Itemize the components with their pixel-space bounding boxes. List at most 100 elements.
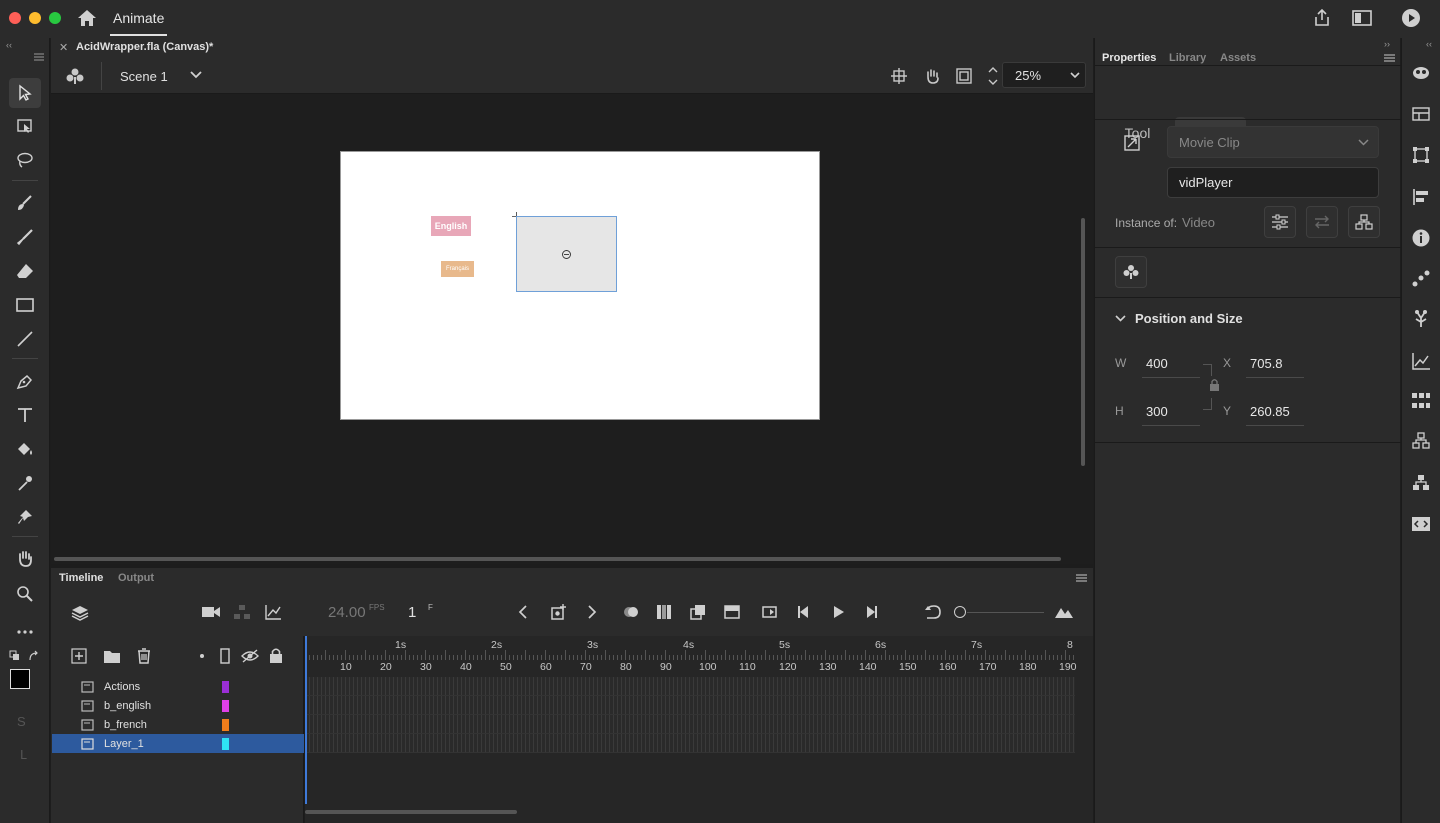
camera-icon[interactable] [201, 604, 221, 620]
frames-grid[interactable] [305, 677, 1075, 753]
frame-size-slider-handle[interactable] [954, 606, 966, 618]
video-player-instance[interactable] [516, 216, 617, 292]
layer-row-actions[interactable]: Actions [52, 677, 304, 696]
scene-panel-icon[interactable] [1411, 432, 1431, 450]
undo-frames-icon[interactable] [924, 604, 942, 620]
new-layer-icon[interactable] [71, 648, 87, 664]
onion-skin-icon[interactable] [622, 603, 640, 621]
edit-multiple-frames-icon[interactable] [655, 603, 673, 621]
zoom-dropdown-chevron-icon[interactable] [1070, 72, 1080, 79]
motion-editor-icon[interactable] [1411, 270, 1431, 288]
brush-tool-icon[interactable] [9, 222, 41, 252]
minimize-window-button[interactable] [29, 12, 41, 24]
info-panel-icon[interactable] [1411, 228, 1431, 248]
zoom-stepper[interactable] [987, 65, 999, 87]
frame-size-slider-track[interactable] [967, 612, 1044, 613]
scene-label[interactable]: Scene 1 [120, 69, 168, 84]
frame-row[interactable] [305, 715, 1075, 734]
y-input[interactable]: 260.85 [1250, 404, 1290, 419]
share-icon[interactable] [1312, 8, 1332, 28]
tab-properties[interactable]: Properties [1102, 52, 1156, 64]
frame-row[interactable] [305, 734, 1075, 753]
tab-timeline[interactable]: Timeline [59, 572, 103, 584]
toolbar-menu-icon[interactable] [34, 53, 44, 61]
new-folder-icon[interactable] [103, 648, 121, 664]
paint-bucket-tool-icon[interactable] [9, 434, 41, 464]
layer-color-swatch[interactable] [222, 680, 229, 693]
layer-row-b-french[interactable]: b_french [52, 715, 304, 734]
tab-assets[interactable]: Assets [1220, 52, 1256, 64]
stage-canvas[interactable]: English Français [340, 151, 820, 420]
frame-row[interactable] [305, 696, 1075, 715]
layer-row-layer-1[interactable]: Layer_1 [52, 734, 304, 753]
rotate-stage-icon[interactable] [922, 67, 942, 85]
hide-layers-icon[interactable] [241, 648, 259, 664]
align-panel-icon[interactable] [1411, 188, 1431, 206]
instance-settings-button[interactable] [1264, 206, 1296, 238]
previous-keyframe-icon[interactable] [518, 605, 528, 619]
stage-vertical-scrollbar[interactable] [1081, 218, 1085, 466]
components-panel-icon[interactable] [1411, 308, 1431, 328]
edit-symbols-icon[interactable] [65, 67, 85, 85]
library-panel-icon[interactable] [1411, 106, 1431, 122]
stroke-color-swatch[interactable] [10, 669, 30, 689]
properties-panel-menu-icon[interactable] [1384, 54, 1395, 62]
clip-content-icon[interactable] [955, 67, 973, 85]
collapse-panel-icon[interactable]: ›› [1384, 39, 1390, 49]
layer-color-swatch[interactable] [222, 737, 229, 750]
step-forward-icon[interactable] [863, 604, 879, 620]
current-frame-value[interactable]: 1 [408, 604, 416, 621]
output-graph-icon[interactable] [1411, 352, 1431, 370]
layer-row-b-english[interactable]: b_english [52, 696, 304, 715]
motion-presets-icon[interactable] [1411, 64, 1431, 82]
home-icon[interactable] [77, 9, 97, 27]
next-keyframe-icon[interactable] [587, 605, 597, 619]
close-document-icon[interactable]: ✕ [59, 41, 68, 54]
create-tween-icon[interactable] [689, 603, 707, 621]
x-input[interactable]: 705.8 [1250, 356, 1283, 371]
step-back-icon[interactable] [796, 604, 812, 620]
swap-symbol-button[interactable] [1306, 206, 1338, 238]
outline-layers-icon[interactable] [220, 648, 230, 664]
loop-playback-icon[interactable] [760, 603, 780, 621]
zoom-tool-icon[interactable] [9, 578, 41, 608]
instance-name-input[interactable]: vidPlayer [1167, 167, 1379, 198]
width-input[interactable]: 400 [1146, 356, 1168, 371]
timeline-panel-menu-icon[interactable] [1076, 574, 1087, 582]
swap-colors-icon[interactable] [28, 650, 40, 662]
english-button-instance[interactable]: English [431, 216, 471, 236]
zoom-combobox[interactable]: 25% [1002, 62, 1086, 88]
rectangle-tool-icon[interactable] [9, 290, 41, 320]
play-icon[interactable] [830, 604, 846, 620]
fps-value[interactable]: 24.00 [328, 604, 366, 621]
height-input[interactable]: 300 [1146, 404, 1168, 419]
tab-library[interactable]: Library [1169, 52, 1206, 64]
text-tool-icon[interactable] [9, 400, 41, 430]
paint-brush-tool-icon[interactable] [9, 188, 41, 218]
fit-frames-icon[interactable] [1054, 605, 1074, 619]
lasso-tool-icon[interactable] [9, 145, 41, 175]
delete-layer-icon[interactable] [136, 647, 152, 665]
maximize-window-button[interactable] [49, 12, 61, 24]
frame-row[interactable] [305, 677, 1075, 696]
symbol-type-dropdown[interactable]: Movie Clip [1167, 126, 1379, 158]
swatches-panel-icon[interactable] [1411, 392, 1431, 410]
free-transform-tool-icon[interactable] [9, 111, 41, 141]
edit-symbol-button[interactable] [1115, 256, 1147, 288]
graph-icon[interactable] [264, 604, 282, 620]
transform-panel-icon[interactable] [1411, 146, 1431, 164]
more-tools-icon[interactable] [9, 617, 41, 647]
test-movie-play-icon[interactable] [1401, 8, 1421, 28]
lock-layers-icon[interactable] [269, 647, 283, 664]
snap-icon[interactable]: ᒪ [20, 748, 27, 762]
timeline-horizontal-scrollbar[interactable] [305, 810, 517, 814]
break-apart-button[interactable] [1348, 206, 1380, 238]
document-tab[interactable]: ✕ AcidWrapper.fla (Canvas)* [51, 38, 221, 58]
time-ruler[interactable] [305, 650, 1075, 660]
hand-tool-icon[interactable] [9, 543, 41, 573]
section-collapse-chevron-icon[interactable] [1115, 315, 1126, 322]
layer-color-swatch[interactable] [222, 718, 229, 731]
eraser-tool-icon[interactable] [9, 256, 41, 286]
layer-parenting-icon[interactable] [232, 604, 252, 620]
lock-aspect-ratio-icon[interactable] [1209, 378, 1220, 392]
